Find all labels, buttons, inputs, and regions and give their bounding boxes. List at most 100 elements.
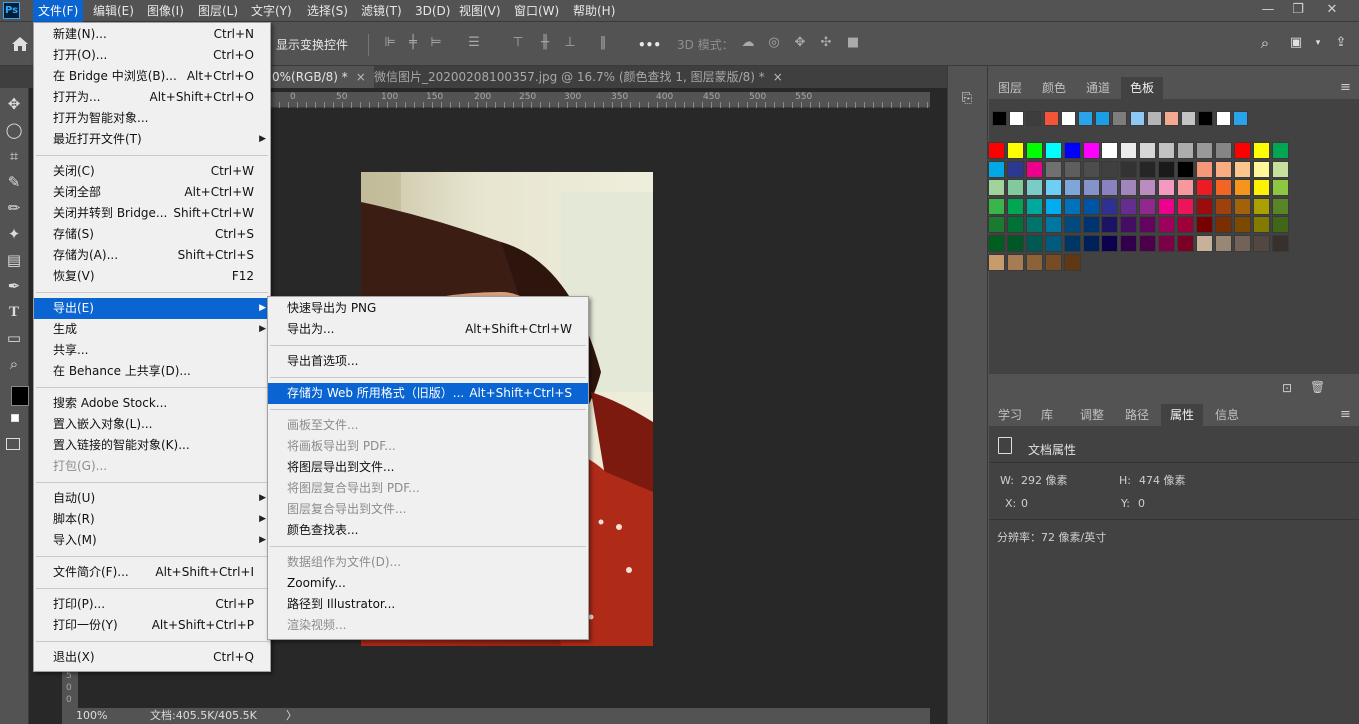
menu-layer[interactable]: 图层(L) — [193, 0, 243, 22]
file-menu-item[interactable]: 导出(E) ▶ — [34, 298, 270, 319]
export-menu-item[interactable]: 路径到 Illustrator... — [268, 594, 588, 615]
color-swatch[interactable] — [1082, 142, 1100, 159]
y-value[interactable]: 0 — [1138, 497, 1145, 511]
tab-learn[interactable]: 学习 — [989, 404, 1031, 426]
height-value[interactable]: 474 像素 — [1139, 474, 1186, 488]
color-swatch[interactable] — [1120, 160, 1138, 178]
color-swatch[interactable] — [1177, 216, 1194, 234]
color-swatch[interactable] — [1158, 216, 1176, 234]
color-swatch[interactable] — [1158, 235, 1176, 252]
recent-swatch[interactable] — [1043, 111, 1059, 126]
color-swatch[interactable] — [988, 197, 1005, 215]
tab-libraries[interactable]: 库 — [1032, 404, 1062, 426]
color-swatch[interactable] — [1252, 235, 1270, 252]
color-swatch[interactable] — [1139, 142, 1157, 159]
color-swatch[interactable] — [1082, 197, 1100, 215]
close-icon[interactable]: × — [356, 70, 366, 84]
chevron-down-icon[interactable]: ▾ — [1310, 35, 1326, 51]
color-swatch[interactable] — [1139, 216, 1157, 234]
distribute-icon[interactable]: ☰ — [466, 35, 482, 51]
color-swatch[interactable] — [988, 160, 1005, 178]
color-swatch[interactable] — [1044, 253, 1062, 271]
file-menu-item[interactable]: 在 Bridge 中浏览(B)... Alt+Ctrl+O — [34, 66, 270, 87]
color-swatch[interactable] — [1214, 235, 1232, 252]
file-menu-item[interactable]: 退出(X) Ctrl+Q — [34, 647, 270, 668]
3d-scale-icon[interactable]: ■ — [845, 35, 861, 51]
eyedropper-tool-icon[interactable]: ✎ — [3, 171, 25, 193]
color-swatch[interactable] — [1006, 160, 1024, 178]
color-swatch[interactable] — [1101, 160, 1119, 178]
tab-channels[interactable]: 通道 — [1077, 77, 1119, 99]
color-swatch[interactable] — [1252, 179, 1270, 197]
color-swatch[interactable] — [1233, 160, 1251, 178]
color-swatch[interactable] — [1195, 142, 1213, 159]
color-swatch[interactable] — [988, 253, 1005, 271]
color-swatch[interactable] — [1120, 216, 1138, 234]
color-swatch[interactable] — [1120, 235, 1138, 252]
color-swatch[interactable] — [1195, 235, 1213, 252]
more-options-button[interactable]: ••• — [638, 34, 661, 56]
close-icon[interactable]: × — [773, 70, 783, 84]
color-swatch[interactable] — [1252, 160, 1270, 178]
recent-swatch[interactable] — [992, 111, 1007, 126]
color-swatch[interactable] — [1025, 235, 1043, 252]
file-menu-item[interactable]: 打印(P)... Ctrl+P — [34, 594, 270, 615]
color-swatch[interactable] — [1252, 216, 1270, 234]
zoom-level[interactable]: 100% — [76, 709, 107, 723]
color-swatch[interactable] — [1233, 197, 1251, 215]
width-value[interactable]: 292 像素 — [1021, 474, 1068, 488]
menu-file[interactable]: 文件(F) — [33, 0, 84, 22]
menu-filter[interactable]: 滤镜(T) — [356, 0, 407, 22]
export-menu-item[interactable]: Zoomify... — [268, 573, 588, 594]
file-menu-item[interactable]: 关闭全部 Alt+Ctrl+W — [34, 182, 270, 203]
color-swatch[interactable] — [1214, 160, 1232, 178]
color-swatch[interactable] — [1025, 160, 1043, 178]
color-swatch[interactable] — [988, 142, 1005, 159]
search-icon[interactable]: ⌕ — [1257, 35, 1273, 51]
color-swatch[interactable] — [1101, 235, 1119, 252]
close-button[interactable]: ✕ — [1318, 0, 1346, 22]
color-swatch[interactable] — [1271, 235, 1289, 252]
align-top-icon[interactable]: ⊤ — [510, 35, 526, 51]
distribute-vertical-icon[interactable]: ‖ — [595, 35, 611, 51]
color-swatch[interactable] — [1063, 160, 1081, 178]
menu-help[interactable]: 帮助(H) — [568, 0, 620, 22]
pen-tool-icon[interactable]: ✒ — [3, 275, 25, 297]
recent-swatch[interactable] — [1026, 111, 1042, 126]
color-swatch[interactable] — [1006, 253, 1024, 271]
export-menu-item[interactable]: 快速导出为 PNG — [268, 298, 588, 319]
share-icon[interactable]: ⇪ — [1333, 35, 1349, 51]
color-swatch[interactable] — [1025, 197, 1043, 215]
file-menu-item[interactable]: 自动(U) ▶ — [34, 488, 270, 509]
color-swatch[interactable] — [1063, 253, 1081, 271]
align-center-icon[interactable]: ╪ — [405, 35, 421, 51]
color-swatch[interactable] — [1101, 216, 1119, 234]
recent-swatch[interactable] — [1009, 111, 1025, 126]
file-menu-item[interactable]: 关闭(C) Ctrl+W — [34, 161, 270, 182]
brush-tool-icon[interactable]: ✏ — [3, 197, 25, 219]
home-icon[interactable] — [10, 35, 30, 53]
color-swatch[interactable] — [1063, 197, 1081, 215]
recent-swatch[interactable] — [1181, 111, 1197, 126]
recent-swatch[interactable] — [1198, 111, 1214, 126]
tab-info[interactable]: 信息 — [1206, 404, 1248, 426]
color-swatch[interactable] — [1233, 142, 1251, 159]
crop-tool-icon[interactable]: ⌗ — [3, 145, 25, 167]
color-swatch[interactable] — [988, 179, 1005, 197]
foreground-color-swatch[interactable] — [11, 386, 29, 406]
color-swatch[interactable] — [1195, 179, 1213, 197]
menu-edit[interactable]: 编辑(E) — [88, 0, 139, 22]
color-swatch[interactable] — [1006, 235, 1024, 252]
color-swatch[interactable] — [1158, 160, 1176, 178]
color-swatch[interactable] — [1082, 179, 1100, 197]
color-swatch[interactable] — [1177, 235, 1194, 252]
color-swatch[interactable] — [1233, 179, 1251, 197]
menu-type[interactable]: 文字(Y) — [246, 0, 297, 22]
recent-swatch[interactable] — [1112, 111, 1128, 126]
file-menu-item[interactable]: 存储为(A)... Shift+Ctrl+S — [34, 245, 270, 266]
workspace-icon[interactable]: ▣ — [1288, 35, 1304, 51]
color-swatch[interactable] — [1271, 216, 1289, 234]
tab-color[interactable]: 颜色 — [1033, 77, 1075, 99]
color-swatch[interactable] — [1139, 179, 1157, 197]
file-menu-item[interactable]: 打印一份(Y) Alt+Shift+Ctrl+P — [34, 615, 270, 636]
